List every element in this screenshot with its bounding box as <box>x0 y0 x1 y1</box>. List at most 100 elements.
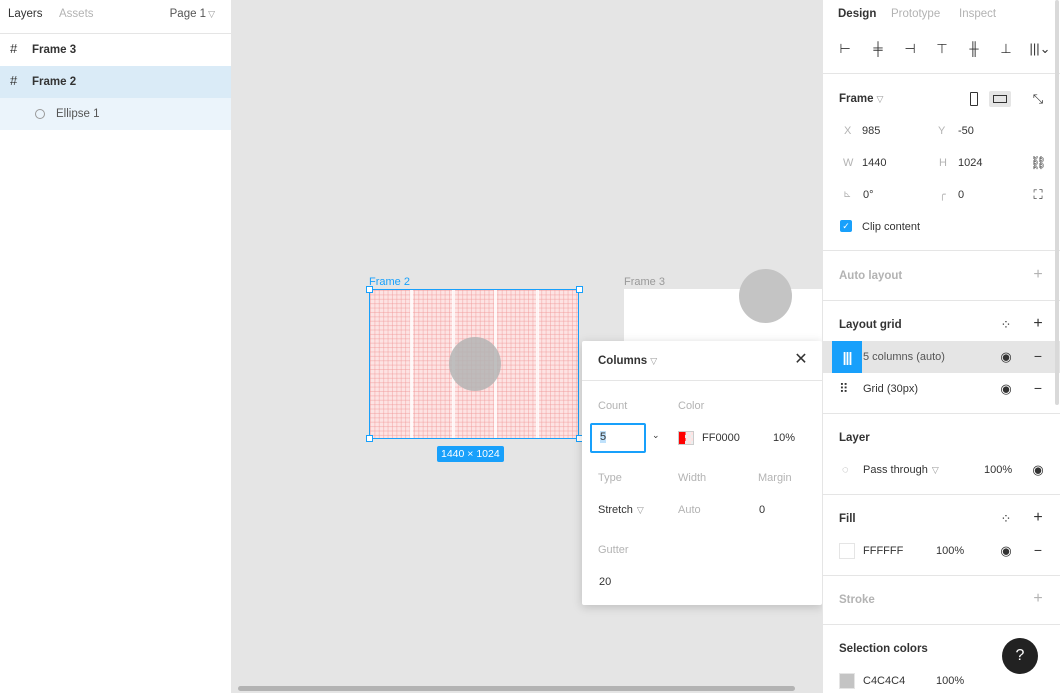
align-left-icon[interactable]: ⊢ <box>837 41 853 57</box>
auto-layout-section: Auto layout + <box>823 252 1060 301</box>
tab-prototype[interactable]: Prototype <box>891 8 940 20</box>
grid-dots-icon[interactable]: ⠿ <box>839 382 853 396</box>
grid-type-select[interactable]: Columns ▽ <box>598 355 657 367</box>
selection-color-hex[interactable]: C4C4C4 <box>863 675 905 687</box>
tab-assets[interactable]: Assets <box>59 8 94 20</box>
eye-icon[interactable]: ◉ <box>1030 463 1046 477</box>
remove-grid-icon[interactable]: − <box>1030 349 1046 363</box>
styles-icon[interactable]: ⁘ <box>998 512 1014 526</box>
columns-grid-icon[interactable]: ||| <box>832 341 862 373</box>
rotation-input[interactable]: 0° <box>863 189 874 201</box>
fill-hex-input[interactable]: FFFFFF <box>863 545 903 557</box>
align-center-v-icon[interactable]: ╫ <box>966 41 982 57</box>
help-button[interactable]: ? <box>1002 638 1038 674</box>
eye-icon[interactable]: ◉ <box>998 350 1014 364</box>
size-badge: 1440 × 1024 <box>437 446 504 462</box>
grid-color-swatch[interactable] <box>678 431 694 445</box>
add-grid-icon[interactable]: + <box>1030 316 1046 332</box>
selection-colors-title: Selection colors <box>839 643 928 655</box>
eye-icon[interactable]: ◉ <box>998 544 1014 558</box>
constrain-proportions-icon[interactable]: ⛓ <box>1030 156 1047 170</box>
frame-icon: # <box>10 73 18 88</box>
resize-handle-bl[interactable] <box>366 435 373 442</box>
panel-scrollbar[interactable] <box>1055 0 1059 405</box>
grid-item-label: 5 columns (auto) <box>863 351 945 363</box>
frame-3-label[interactable]: Frame 3 <box>624 276 665 288</box>
eye-icon[interactable]: ◉ <box>998 382 1014 396</box>
layer-row-frame-3[interactable]: # Frame 3 <box>0 34 231 66</box>
frame-type-select[interactable]: Frame ▽ <box>839 93 883 105</box>
landscape-toggle[interactable] <box>989 91 1011 107</box>
auto-layout-title: Auto layout <box>839 270 903 282</box>
y-input[interactable]: -50 <box>958 125 974 137</box>
add-stroke-icon[interactable]: + <box>1030 591 1046 607</box>
chevron-down-icon[interactable]: ⌄ <box>652 430 660 441</box>
clip-content-checkbox[interactable]: ✓ <box>840 220 852 232</box>
align-right-icon[interactable]: ⊣ <box>902 41 918 57</box>
chevron-down-icon: ▽ <box>650 356 658 366</box>
frame-3-ellipse[interactable] <box>739 269 792 323</box>
type-select[interactable]: Stretch ▽ <box>598 504 644 516</box>
count-input[interactable]: 5 <box>590 423 646 453</box>
gutter-input[interactable]: 20 <box>599 576 611 588</box>
layout-grid-popover: Columns ▽ ✕ Count Color 5 ⌄ FF0000 10% Ty… <box>582 341 822 605</box>
frame-2[interactable] <box>369 289 579 439</box>
remove-fill-icon[interactable]: − <box>1030 543 1046 557</box>
blend-mode-select[interactable]: Pass through ▽ <box>863 464 939 476</box>
clip-content-label: Clip content <box>862 221 921 233</box>
align-bottom-icon[interactable]: ⊥ <box>998 41 1014 57</box>
page-label: Page 1 <box>169 8 207 20</box>
layers-panel: Layers Assets Page 1 ▽ # Frame 3 # Frame … <box>0 0 232 693</box>
type-value: Stretch <box>598 504 633 516</box>
gutter-label: Gutter <box>598 544 629 556</box>
frame-icon: # <box>10 41 18 56</box>
frame-section: Frame ▽ ⤡ X 985 Y -50 W 1440 H 1024 ⛓ ⊾ 0… <box>823 75 1060 251</box>
ellipse-1[interactable] <box>449 337 501 391</box>
tab-inspect[interactable]: Inspect <box>959 8 996 20</box>
fill-section: Fill ⁘ + FFFFFF 100% ◉ − <box>823 496 1060 576</box>
horizontal-scrollbar[interactable] <box>238 686 795 691</box>
w-input[interactable]: 1440 <box>862 157 886 169</box>
frame-2-label[interactable]: Frame 2 <box>369 276 410 288</box>
layer-name: Frame 2 <box>32 76 77 88</box>
selection-color-swatch[interactable] <box>839 673 855 689</box>
page-selector[interactable]: Page 1 ▽ <box>170 8 215 20</box>
resize-handle-tl[interactable] <box>366 286 373 293</box>
grid-item-columns[interactable]: ||| 5 columns (auto) ◉ − <box>823 341 1060 373</box>
layer-name: Frame 3 <box>32 44 77 56</box>
margin-input[interactable]: 0 <box>759 504 765 516</box>
tab-design[interactable]: Design <box>838 8 876 20</box>
x-label: X <box>844 125 852 137</box>
distribute-icon[interactable]: |||⌄ <box>1028 41 1052 57</box>
blend-mode-label: Pass through <box>863 464 928 476</box>
close-icon[interactable]: ✕ <box>794 352 808 368</box>
ellipse-icon <box>35 109 45 119</box>
tab-layers[interactable]: Layers <box>8 8 43 20</box>
remove-grid-icon[interactable]: − <box>1030 381 1046 395</box>
grid-color-hex[interactable]: FF0000 <box>702 432 740 444</box>
width-input[interactable]: Auto <box>678 504 701 516</box>
styles-icon[interactable]: ⁘ <box>998 318 1014 332</box>
independent-corners-icon[interactable]: ⛶ <box>1030 188 1046 202</box>
x-input[interactable]: 985 <box>862 125 880 137</box>
resize-handle-tr[interactable] <box>576 286 583 293</box>
add-fill-icon[interactable]: + <box>1030 510 1046 526</box>
selection-color-opacity[interactable]: 100% <box>936 675 964 687</box>
corner-radius-input[interactable]: 0 <box>958 189 964 201</box>
fill-opacity-input[interactable]: 100% <box>936 545 964 557</box>
resize-to-fit-icon[interactable]: ⤡ <box>1030 92 1046 106</box>
column-gutter <box>536 290 539 438</box>
count-value: 5 <box>600 431 607 443</box>
portrait-icon[interactable] <box>970 92 978 106</box>
align-top-icon[interactable]: ⊤ <box>934 41 950 57</box>
layout-grid-title: Layout grid <box>839 319 902 331</box>
add-auto-layout-icon[interactable]: + <box>1030 267 1046 283</box>
h-input[interactable]: 1024 <box>958 157 982 169</box>
grid-color-opacity[interactable]: 10% <box>773 432 795 444</box>
layer-opacity-input[interactable]: 100% <box>984 464 1012 476</box>
align-center-h-icon[interactable]: ╪ <box>870 41 886 57</box>
layer-row-frame-2[interactable]: # Frame 2 <box>0 66 231 98</box>
fill-swatch[interactable] <box>839 543 855 559</box>
grid-item-grid[interactable]: ⠿ Grid (30px) ◉ − <box>823 373 1060 405</box>
layer-row-ellipse-1[interactable]: Ellipse 1 <box>0 98 231 130</box>
